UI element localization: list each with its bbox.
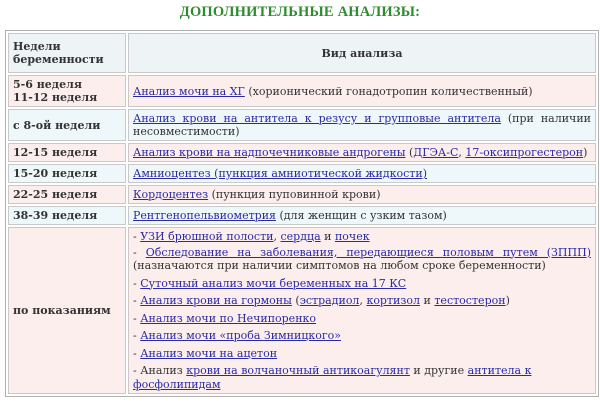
analysis-note: (назначаются при наличии симптомов на лю… <box>133 259 546 272</box>
analysis-note: (для женщин с узким тазом) <box>275 209 447 222</box>
analysis-link[interactable]: Рентгенопельвиометрия <box>133 209 276 222</box>
separator-text: ) <box>583 146 588 159</box>
cortisol-link[interactable]: кортизол <box>366 294 420 307</box>
analysis-cell: - УЗИ брюшной полости, сердца и почек - … <box>128 227 596 394</box>
estradiol-link[interactable]: эстрадиол <box>300 294 360 307</box>
analysis-link[interactable]: Анализ мочи на ХГ <box>133 85 245 98</box>
separator-text: , <box>273 230 281 243</box>
separator-text: и <box>320 230 335 243</box>
list-item: - Анализ мочи «проба Зимницкого» <box>133 329 591 343</box>
weeks-cell: 5-6 неделя 11-12 неделя <box>8 75 126 107</box>
page-title: ДОПОЛНИТЕЛЬНЫЕ АНАЛИЗЫ: <box>179 4 421 20</box>
weeks-cell: с 8-ой недели <box>8 109 126 141</box>
weeks-label: 11-12 неделя <box>13 91 98 104</box>
lupus-anticoagulant-link[interactable]: крови на волчаночный антикоагулянт <box>186 364 410 377</box>
table-row: 12-15 неделя Анализ крови на надпочечник… <box>8 143 596 162</box>
list-item: - Анализ мочи по Нечипоренко <box>133 312 591 326</box>
list-item: - Анализ крови на волчаночный антикоагул… <box>133 364 591 391</box>
urine-17ks-link[interactable]: Суточный анализ мочи беременных на 17 КС <box>140 277 406 290</box>
weeks-label: 22-25 неделя <box>13 188 98 201</box>
table-row: по показаниям - УЗИ брюшной полости, сер… <box>8 227 596 394</box>
weeks-label: 5-6 неделя <box>13 78 82 91</box>
analysis-note: (пункция пуповинной крови) <box>208 188 381 201</box>
weeks-cell: по показаниям <box>8 227 126 394</box>
analysis-note: (хорионический гонадотропин количественн… <box>244 84 533 98</box>
heart-link[interactable]: сердца <box>281 230 321 243</box>
analysis-cell: Анализ крови на надпочечниковые андроген… <box>128 143 596 162</box>
dhea-s-link[interactable]: ДГЭА-С <box>413 146 458 159</box>
weeks-label: по показаниям <box>13 304 111 317</box>
table-row: с 8-ой недели Анализ крови на антитела к… <box>8 109 596 141</box>
weeks-label: 12-15 неделя <box>13 146 98 159</box>
dash-text: - Анализ <box>133 364 187 377</box>
table-header-row: Недели беременности Вид анализа <box>8 33 596 73</box>
zimnitsky-link[interactable]: Анализ мочи «проба Зимницкого» <box>140 329 341 342</box>
analysis-link[interactable]: Амниоцентез (пункция амниотической жидко… <box>133 167 427 180</box>
weeks-cell: 15-20 неделя <box>8 164 126 183</box>
weeks-label: 15-20 неделя <box>13 167 98 180</box>
separator-text: и другие <box>409 364 468 377</box>
table-row: 22-25 неделя Кордоцентез (пункция пупови… <box>8 185 596 204</box>
nechiporenko-link[interactable]: Анализ мочи по Нечипоренко <box>140 312 316 325</box>
weeks-cell: 12-15 неделя <box>8 143 126 162</box>
weeks-cell: 38-39 неделя <box>8 206 126 225</box>
weeks-label: с 8-ой недели <box>13 118 101 132</box>
std-test-link[interactable]: Обследование на заболевания, передающиес… <box>146 246 591 259</box>
list-item: - Суточный анализ мочи беременных на 17 … <box>133 277 591 291</box>
weeks-cell: 22-25 неделя <box>8 185 126 204</box>
list-item: - УЗИ брюшной полости, сердца и почек <box>133 230 591 244</box>
list-item: - Анализ крови на гормоны (эстрадиол, ко… <box>133 294 591 308</box>
header-analysis-type: Вид анализа <box>128 33 596 73</box>
ultrasound-abdomen-link[interactable]: УЗИ брюшной полости <box>140 230 273 243</box>
list-item: - Анализ мочи на ацетон <box>133 347 591 361</box>
analysis-link[interactable]: Кордоцентез <box>133 188 208 201</box>
table-row: 38-39 неделя Рентгенопельвиометрия (для … <box>8 206 596 225</box>
analysis-cell: Рентгенопельвиометрия (для женщин с узки… <box>128 206 596 225</box>
analysis-link[interactable]: Анализ крови на антитела к резусу и груп… <box>133 112 501 125</box>
header-weeks: Недели беременности <box>8 33 126 73</box>
weeks-label: 38-39 неделя <box>13 209 98 222</box>
analysis-cell: Амниоцентез (пункция амниотической жидко… <box>128 164 596 183</box>
analysis-cell: Анализ мочи на ХГ (хорионический гонадот… <box>128 75 596 107</box>
separator-text: ( <box>291 294 300 307</box>
analysis-cell: Кордоцентез (пункция пуповинной крови) <box>128 185 596 204</box>
separator-text: ) <box>505 294 510 307</box>
separator-text: и <box>420 294 435 307</box>
kidneys-link[interactable]: почек <box>335 230 370 243</box>
analysis-link[interactable]: Анализ крови на надпочечниковые андроген… <box>133 146 405 159</box>
hormones-link[interactable]: Анализ крови на гормоны <box>140 294 292 307</box>
17-ohp-link[interactable]: 17-оксипрогестерон <box>465 146 583 159</box>
list-item: - Обследование на заболевания, передающи… <box>133 246 591 273</box>
testosterone-link[interactable]: тестостерон <box>434 294 505 307</box>
analyses-table: Недели беременности Вид анализа 5-6 неде… <box>5 30 599 397</box>
table-row: 15-20 неделя Амниоцентез (пункция амниот… <box>8 164 596 183</box>
dash-text: - <box>133 245 146 259</box>
acetone-link[interactable]: Анализ мочи на ацетон <box>140 347 277 360</box>
analysis-cell: Анализ крови на антитела к резусу и груп… <box>128 109 596 141</box>
table-row: 5-6 неделя 11-12 неделя Анализ мочи на Х… <box>8 75 596 107</box>
